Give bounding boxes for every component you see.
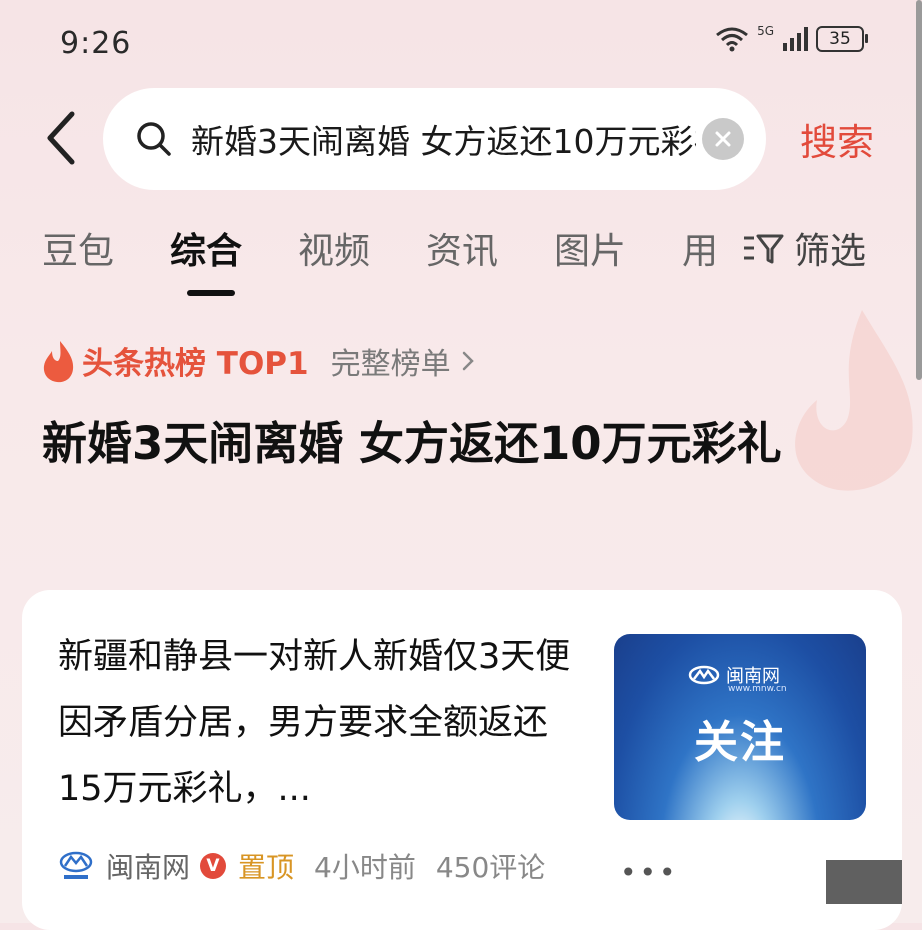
- battery-icon: 35: [816, 26, 868, 52]
- signal-icon: [783, 27, 808, 51]
- topic-headline[interactable]: 新婚3天闹离婚 女方返还10万元彩礼: [42, 410, 862, 478]
- thumbnail-url: www.mnw.cn: [728, 684, 787, 694]
- search-button[interactable]: 搜索: [800, 112, 874, 166]
- status-icons: 5G 35: [715, 24, 868, 52]
- corner-overlay: [826, 860, 902, 904]
- more-options-icon[interactable]: •••: [620, 856, 679, 889]
- back-icon[interactable]: [40, 108, 80, 168]
- filter-label: 筛选: [794, 231, 867, 272]
- brand-logo-icon: [688, 665, 720, 685]
- tab-news[interactable]: 资讯: [426, 222, 498, 274]
- verified-badge: V: [200, 853, 227, 879]
- hot-list-label: 头条热榜 TOP1: [82, 346, 309, 382]
- search-icon: [137, 122, 171, 156]
- article-card[interactable]: 新疆和静县一对新人新婚仅3天便因矛盾分居，男方要求全额返还15万元彩礼，... …: [22, 590, 902, 930]
- tab-images[interactable]: 图片: [554, 222, 626, 274]
- wifi-icon: [716, 27, 748, 52]
- scroll-indicator: [916, 0, 922, 380]
- close-icon: [715, 131, 731, 147]
- status-time: 9:26: [60, 26, 132, 61]
- network-label: 5G: [757, 24, 774, 38]
- tab-doubao[interactable]: 豆包: [42, 222, 114, 274]
- search-row: 新婚3天闹离婚 女方返还10万元彩礼 搜索: [0, 88, 922, 190]
- search-input[interactable]: 新婚3天闹离婚 女方返还10万元彩礼: [103, 88, 766, 190]
- comment-count: 450评论: [435, 851, 546, 884]
- chevron-right-icon: [462, 351, 474, 370]
- tab-bar: 豆包 综合 视频 资讯 图片 用 筛选: [0, 222, 922, 302]
- filter-icon: [744, 234, 784, 264]
- hot-list-row[interactable]: 头条热榜 TOP1 完整榜单: [40, 338, 475, 383]
- search-query: 新婚3天闹离婚 女方返还10万元彩礼: [191, 122, 696, 161]
- time-ago: 4小时前: [314, 851, 416, 884]
- tab-general[interactable]: 综合: [170, 222, 242, 274]
- article-meta: 闽南网 V 置顶 4小时前 450评论: [58, 846, 545, 886]
- tab-video[interactable]: 视频: [298, 222, 370, 274]
- article-thumbnail[interactable]: 闽南网 www.mnw.cn 关注: [614, 634, 866, 820]
- battery-level: 35: [829, 29, 851, 49]
- article-snippet[interactable]: 新疆和静县一对新人新婚仅3天便因矛盾分居，男方要求全额返还15万元彩礼，...: [58, 624, 588, 822]
- thumbnail-follow-text: 关注: [694, 717, 786, 768]
- flame-icon: [43, 340, 74, 382]
- full-list-link[interactable]: 完整榜单: [331, 339, 451, 383]
- tab-users[interactable]: 用: [682, 222, 718, 274]
- active-tab-indicator: [187, 290, 235, 296]
- filter-button[interactable]: 筛选: [740, 222, 866, 274]
- source-name[interactable]: 闽南网: [106, 846, 190, 886]
- pinned-label: 置顶: [238, 851, 295, 884]
- status-bar: 9:26 5G 35: [0, 0, 922, 90]
- source-logo-icon: [59, 851, 93, 879]
- clear-button[interactable]: [702, 118, 744, 160]
